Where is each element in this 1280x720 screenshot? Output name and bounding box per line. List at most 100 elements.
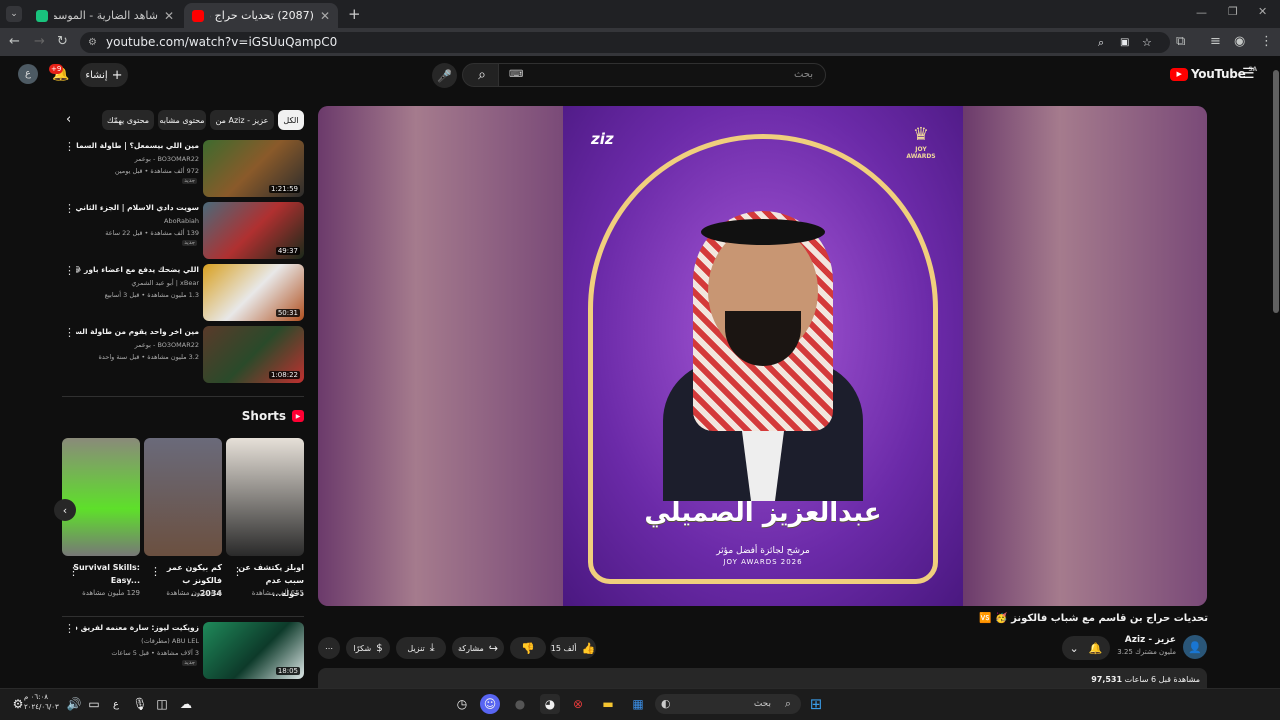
short-thumbnail[interactable] [226,438,304,556]
video-meta: 3 آلاف مشاهدة • قبل 5 ساعات [111,649,199,657]
network-icon[interactable]: ▭ [84,694,104,714]
like-button[interactable]: 15 ألف 👍 [550,637,596,659]
reload-icon[interactable]: ↻ [57,34,68,49]
address-bar[interactable]: ⚙ youtube.com/watch?v=iGSUuQampC0 ⌕ ▣ ☆ [80,32,1170,53]
site-info-icon[interactable]: ⚙ [88,32,97,53]
video-title[interactable]: مين اخر واحد يقوم من طاولة السماعة 🙊 [76,327,199,336]
zoom-icon[interactable]: ⌕ [1098,32,1104,53]
list-item[interactable]: 18:05 زويكيت ليوز: سارة معنمه لفريق فالك… [62,622,304,680]
channel-avatar[interactable]: 👤 [1183,635,1207,659]
channel-name[interactable]: xBear | أبو عبد الشمري [76,279,199,287]
video-title[interactable]: سويت دادي الاسلام | الجزء الثاني . [76,203,199,212]
input-switch-icon[interactable]: ◫ [152,694,172,714]
cast-icon[interactable]: ▣ [1120,32,1129,53]
video-thumbnail[interactable]: 50:31 [203,264,304,321]
app-clock-icon[interactable]: ◷ [452,694,472,714]
video-title[interactable]: زويكيت ليوز: سارة معنمه لفريق فالكونز ال… [76,623,199,632]
video-title[interactable]: اللي يضحك يدفع مع اعضاء باور 😂 🔥 [76,265,199,274]
short-thumbnail[interactable] [144,438,222,556]
view-count: 97,531 مشاهدة قبل 6 ساعات [1040,675,1200,684]
dislike-button[interactable]: 👎 [510,637,546,659]
chip-from-channel[interactable]: من Aziz - عزيز [210,110,274,130]
video-thumbnail[interactable]: 1:21:59 [203,140,304,197]
share-button[interactable]: مشاركة ↪ [452,637,504,659]
shorts-prev-button[interactable]: ‹ [54,499,76,521]
list-item[interactable]: 1:08:22 مين اخر واحد يقوم من طاولة السما… [62,326,304,384]
tab-search-button[interactable]: ⌄ [6,6,22,22]
video-title[interactable]: مين اللي بيسمعل؟ | طاولة السماعة 3 🔥 [76,141,199,150]
browser-menu-icon[interactable]: ⋮ [1260,34,1273,49]
onedrive-icon[interactable]: ☁ [176,694,196,714]
download-button[interactable]: تنزيل ⤓ [396,637,446,659]
list-item[interactable]: 1:21:59 مين اللي بيسمعل؟ | طاولة السماعة… [62,140,304,198]
volume-icon[interactable]: 🔊 [64,694,84,714]
chevron-left-icon[interactable]: ‹ [66,112,71,127]
more-icon[interactable]: ⋮ [232,565,243,578]
restore-icon[interactable]: ❐ [1228,5,1238,18]
close-icon[interactable]: ✕ [164,9,174,23]
short-thumbnail[interactable] [62,438,140,556]
back-icon[interactable]: ← [9,34,20,49]
thanks-button[interactable]: شكرًا $ [346,637,390,659]
more-icon[interactable]: ⋮ [68,565,79,578]
tab-shahid[interactable]: شاهد الضارية - الموسم 1 الحلقة ✕ [28,3,182,28]
close-window-icon[interactable]: ✕ [1258,5,1267,18]
guide-menu-icon[interactable]: ☰ [1242,66,1255,82]
reading-list-icon[interactable]: ≡ [1210,34,1221,49]
language-indicator[interactable]: ع [106,694,126,714]
channel-name[interactable]: AboRabiah [76,217,199,225]
taskbar-search[interactable]: بحث ⌕ ◐ [655,694,801,714]
more-icon[interactable]: ⋮ [64,326,75,339]
video-player[interactable]: ziz ♛ JOY AWARDS عبدالعزيز الصميلي مرشح ل… [318,106,1207,606]
minimize-icon[interactable]: — [1196,6,1207,19]
file-explorer-icon[interactable]: ▬ [598,694,618,714]
microphone-icon[interactable]: 🎙 [130,694,150,714]
voice-search-icon[interactable]: 🎤 [432,63,457,88]
extensions-icon[interactable]: ⧉ [1176,34,1185,49]
chip-for-you[interactable]: محتوى يهمّك [102,110,154,130]
discord-icon[interactable]: ☺ [480,694,500,714]
video-thumbnail[interactable]: 1:08:22 [203,326,304,383]
more-icon[interactable]: ⋮ [150,565,161,578]
more-icon[interactable]: ⋮ [64,622,75,635]
chip-all[interactable]: الكل [278,110,304,130]
notification-center-icon[interactable]: ⚙ [8,694,28,714]
forward-icon[interactable]: → [34,34,45,49]
divider [62,616,304,617]
close-icon[interactable]: ✕ [320,9,330,23]
more-icon[interactable]: ⋮ [64,202,75,215]
tab-youtube[interactable]: (2087) تحديات حراج بن قاسم مع ... ✕ [184,3,338,28]
more-actions-button[interactable]: ⋯ [318,637,340,659]
video-meta: 1.3 مليون مشاهدة • قبل 3 أسابيع [104,291,199,299]
avatar[interactable]: ع [18,64,38,84]
channel-name[interactable]: BO3OMAR22 - بوعمر [76,155,199,163]
chrome-icon[interactable]: ◕ [540,694,560,714]
taskbar-clock[interactable]: ٠٦:٠٨ م ٢٠٢٤/٠٦/٠٣ [24,692,59,712]
list-item[interactable]: 49:37 سويت دادي الاسلام | الجزء الثاني .… [62,202,304,260]
channel-name[interactable]: Aziz - عزيز [1110,635,1176,645]
search-input[interactable]: بحث ⌨ [498,63,826,87]
list-item[interactable]: 50:31 اللي يضحك يدفع مع اعضاء باور 😂 🔥 x… [62,264,304,322]
shorts-heading: Shorts ▶ [200,409,304,423]
channel-name[interactable]: ABU LEL (مطرقات) [76,637,199,645]
app-dark-icon[interactable]: ● [510,694,530,714]
profile-icon[interactable]: ◉ [1234,34,1245,49]
video-thumbnail[interactable]: 49:37 [203,202,304,259]
video-thumbnail[interactable]: 18:05 [203,622,304,679]
keyboard-icon[interactable]: ⌨ [509,64,523,86]
more-icon[interactable]: ⋮ [64,264,75,277]
more-icon[interactable]: ⋮ [64,140,75,153]
tab-label: شاهد الضارية - الموسم 1 الحلقة [54,9,158,22]
scrollbar-thumb[interactable] [1273,70,1279,313]
start-icon[interactable]: ⊞ [806,694,826,714]
search-button[interactable]: ⌕ [462,63,502,87]
app-red-icon[interactable]: ⊗ [568,694,588,714]
store-icon[interactable]: ▦ [628,694,648,714]
chip-similar[interactable]: محتوى مشابه [158,110,206,130]
channel-name[interactable]: BO3OMAR22 - بوعمر [76,341,199,349]
shorts-icon: ▶ [292,410,304,422]
subscribed-button[interactable]: ⌄ 🔔 [1062,636,1110,660]
new-tab-button[interactable]: + [348,5,361,23]
bookmark-star-icon[interactable]: ☆ [1142,32,1152,53]
create-button[interactable]: إنشاء + [80,63,128,87]
